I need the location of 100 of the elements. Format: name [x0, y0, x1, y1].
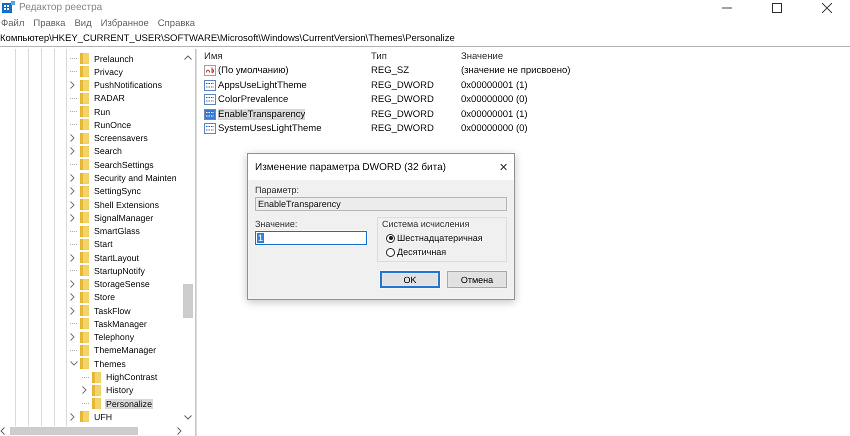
radio-label[interactable]: Десятичная	[397, 247, 446, 257]
tree-item[interactable]: RunOnce	[93, 120, 132, 130]
dialog-button[interactable]: OK	[380, 271, 440, 288]
folder-icon	[92, 372, 101, 382]
value-data: 0x00000000 (0)	[461, 123, 529, 134]
folder-icon	[80, 159, 89, 170]
expand-chevron-icon[interactable]	[70, 214, 75, 222]
folder-icon	[80, 212, 89, 224]
maximize-icon[interactable]	[772, 2, 782, 12]
scroll-up-icon[interactable]	[184, 55, 192, 60]
value-input[interactable]: 1	[255, 231, 367, 245]
expand-chevron-icon[interactable]	[82, 386, 87, 394]
expand-chevron-icon[interactable]	[70, 293, 75, 302]
value-type: REG_DWORD	[371, 94, 435, 106]
expand-chevron-icon[interactable]	[70, 333, 75, 342]
expand-chevron-icon[interactable]	[70, 306, 75, 315]
expand-chevron-icon[interactable]	[70, 280, 75, 288]
scroll-down-icon[interactable]	[184, 415, 192, 420]
tree-item[interactable]: Security and Mainten	[93, 173, 178, 184]
value-type: REG_DWORD	[371, 123, 435, 134]
radio-button[interactable]	[386, 234, 395, 242]
folder-icon	[80, 92, 89, 104]
folder-icon	[80, 238, 89, 250]
tree-item[interactable]: RADAR	[93, 93, 126, 104]
tree-item[interactable]: HighContrast	[105, 372, 158, 382]
menu-item[interactable]: Вид	[74, 18, 92, 29]
field-label: Параметр:	[255, 185, 300, 195]
close-icon[interactable]	[822, 2, 832, 12]
selected-value-text: 1	[257, 233, 264, 243]
tree-item[interactable]: SearchSettings	[93, 160, 155, 170]
expand-chevron-icon[interactable]	[70, 174, 75, 182]
tree-item[interactable]: StartLayout	[93, 252, 140, 263]
tree-item[interactable]: TaskManager	[93, 318, 148, 329]
folder-icon	[80, 80, 89, 91]
scrollbar-thumb[interactable]	[10, 427, 138, 435]
tree-item[interactable]: Personalize	[105, 398, 153, 409]
tree-item[interactable]: Telephony	[93, 332, 136, 342]
folder-icon	[80, 199, 89, 210]
folder-icon	[80, 358, 89, 370]
expand-chevron-icon[interactable]	[70, 134, 75, 142]
radio-label[interactable]: Шестнадцатеричная	[397, 233, 483, 243]
folder-icon	[80, 106, 89, 118]
expand-chevron-icon[interactable]	[70, 187, 75, 196]
tree-item[interactable]: TaskFlow	[93, 306, 132, 316]
scroll-left-icon[interactable]	[0, 427, 5, 435]
tree-item[interactable]: Search	[93, 146, 123, 156]
dialog-close-button[interactable]: ✕	[499, 160, 508, 174]
expand-chevron-icon[interactable]	[70, 200, 75, 209]
folder-icon	[80, 66, 89, 78]
dialog-button[interactable]: Отмена	[447, 271, 507, 288]
column-header[interactable]: Тип	[371, 50, 461, 62]
folder-icon	[92, 398, 101, 410]
expand-chevron-icon[interactable]	[70, 412, 75, 421]
tree-item[interactable]: Start	[93, 239, 114, 250]
expand-chevron-icon[interactable]	[70, 147, 75, 156]
tree-item[interactable]: Screensavers	[93, 133, 149, 144]
menu-item[interactable]: Справка	[158, 18, 196, 29]
scrollbar-thumb[interactable]	[182, 284, 192, 318]
address-field[interactable]: Компьютер\HKEY_CURRENT_USER\SOFTWARE\Microsoft\Windows\CurrentVersion\Themes\Personalize	[0, 32, 850, 47]
column-header[interactable]: Значение	[461, 50, 661, 62]
tree-item[interactable]: Privacy	[93, 66, 124, 77]
value-name[interactable]: SystemUsesLightTheme	[218, 123, 322, 134]
value-type: REG_DWORD	[371, 108, 435, 120]
folder-icon	[80, 278, 89, 290]
tree-item[interactable]: SignalManager	[93, 212, 154, 223]
scroll-right-icon[interactable]	[177, 427, 182, 435]
value-name[interactable]: AppsUseLightTheme	[218, 80, 307, 91]
tree-item[interactable]: SmartGlass	[93, 226, 141, 236]
folder-icon	[80, 292, 89, 303]
tree-item[interactable]: ThemeManager	[93, 345, 158, 356]
collapse-chevron-icon[interactable]	[70, 361, 78, 366]
value-type: REG_SZ	[371, 65, 410, 76]
tree-item[interactable]: StartupNotify	[93, 266, 146, 276]
tree-item[interactable]: StorageSense	[93, 279, 151, 290]
value-data: 0x00000001 (1)	[461, 80, 529, 91]
folder-icon	[80, 172, 89, 184]
radio-button[interactable]	[386, 248, 395, 256]
expand-chevron-icon[interactable]	[70, 254, 75, 262]
tree-item[interactable]: PushNotifications	[93, 80, 163, 90]
field-label: Значение:	[255, 219, 298, 229]
tree-item[interactable]: SettingSync	[93, 186, 142, 196]
value-data: 0x00000001 (1)	[461, 108, 529, 120]
tree-item[interactable]: Themes	[93, 358, 127, 369]
tree-item[interactable]: Prelaunch	[93, 54, 135, 64]
value-name[interactable]: EnableTransparency	[218, 108, 306, 120]
folder-icon	[80, 305, 89, 316]
tree-item[interactable]: UFH	[93, 412, 114, 422]
value-name[interactable]: (По умолчанию)	[218, 65, 289, 76]
menu-item[interactable]: Правка	[33, 18, 66, 29]
value-name[interactable]: ColorPrevalence	[218, 94, 288, 106]
menu-item[interactable]: Избранное	[100, 18, 149, 29]
tree-item[interactable]: History	[105, 385, 134, 396]
tree-item[interactable]: Store	[93, 292, 116, 302]
expand-chevron-icon[interactable]	[70, 81, 75, 90]
menu-item[interactable]: Файл	[1, 18, 24, 29]
tree-item[interactable]: Shell Extensions	[93, 200, 160, 210]
column-header[interactable]: Имя	[204, 50, 371, 62]
value-type: REG_DWORD	[371, 80, 435, 91]
parameter-field: EnableTransparency	[255, 197, 507, 211]
tree-item[interactable]: Run	[93, 106, 112, 117]
